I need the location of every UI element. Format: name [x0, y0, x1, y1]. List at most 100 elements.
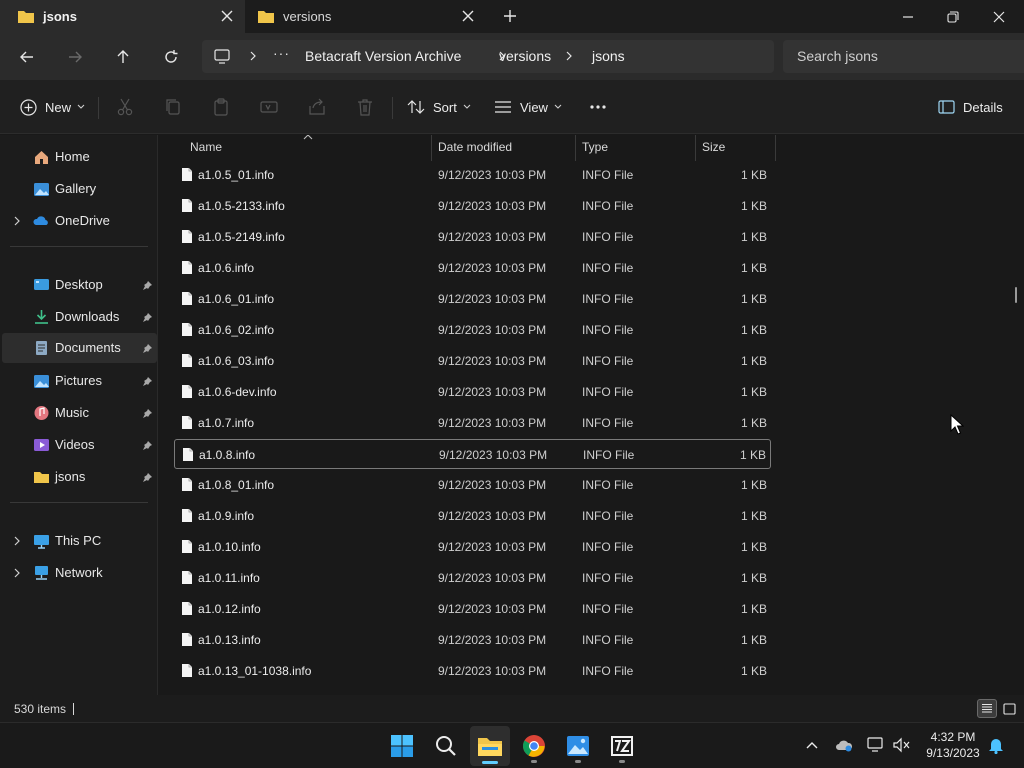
- table-row[interactable]: a1.0.5_01.info 9/12/2023 10:03 PM INFO Fil…: [174, 160, 771, 190]
- column-name[interactable]: Name: [190, 140, 222, 154]
- minimize-button[interactable]: [885, 0, 931, 33]
- table-row[interactable]: a1.0.6-dev.info 9/12/2023 10:03 PM INFO Fi…: [174, 377, 771, 407]
- view-button[interactable]: View: [494, 95, 562, 119]
- close-icon[interactable]: [460, 8, 476, 24]
- mouse-cursor-icon: [950, 414, 964, 435]
- more-crumbs-icon[interactable]: ···: [273, 45, 290, 61]
- sidebar-item-pictures[interactable]: Pictures: [2, 366, 157, 396]
- file-size: 1 KB: [740, 571, 767, 585]
- table-row[interactable]: a1.0.6_02.info 9/12/2023 10:03 PM INFO Fil…: [174, 315, 771, 345]
- chevron-right-icon[interactable]: [12, 536, 22, 546]
- sidebar-item-network[interactable]: Network: [2, 558, 157, 588]
- new-button[interactable]: New: [20, 95, 85, 119]
- onedrive-tray-icon[interactable]: [834, 735, 854, 755]
- arrow-up-icon: [117, 50, 129, 63]
- scrollbar-thumb[interactable]: [1015, 287, 1017, 303]
- sidebar-item-desktop[interactable]: Desktop: [2, 270, 157, 300]
- sidebar-item-downloads[interactable]: Downloads: [2, 302, 157, 332]
- sort-button[interactable]: Sort: [407, 95, 471, 119]
- details-view-button[interactable]: [977, 699, 997, 718]
- table-row[interactable]: a1.0.8_01.info 9/12/2023 10:03 PM INFO Fil…: [174, 470, 771, 500]
- address-bar[interactable]: ··· Betacraft Version Archive versions j…: [202, 40, 774, 73]
- column-divider[interactable]: [431, 135, 432, 161]
- table-row[interactable]: a1.0.13_01-1038.info 9/12/2023 10:03 PM IN…: [174, 656, 771, 686]
- taskbar-chrome[interactable]: [514, 726, 554, 766]
- system-clock[interactable]: 4:32 PM 9/13/2023: [918, 729, 988, 761]
- plus-circle-icon: [20, 98, 37, 116]
- sort-icon: [407, 100, 425, 114]
- breadcrumb-betacraft[interactable]: Betacraft Version Archive: [305, 48, 461, 64]
- sidebar-item-home[interactable]: Home: [2, 142, 157, 172]
- column-divider[interactable]: [775, 135, 776, 161]
- taskbar-7zip[interactable]: [602, 726, 642, 766]
- sidebar-item-onedrive[interactable]: OneDrive: [2, 206, 157, 236]
- copy-icon[interactable]: [163, 97, 183, 117]
- view-icon: [495, 101, 511, 113]
- cloud-icon: [836, 740, 853, 752]
- volume-tray-icon[interactable]: [892, 735, 912, 755]
- taskbar-photos[interactable]: [558, 726, 598, 766]
- show-hidden-icons-button[interactable]: [802, 735, 822, 755]
- sidebar-item-videos[interactable]: Videos: [2, 430, 157, 460]
- chevron-right-icon[interactable]: [12, 216, 22, 226]
- chevron-right-icon[interactable]: [12, 568, 22, 578]
- start-button[interactable]: [382, 726, 422, 766]
- column-divider[interactable]: [695, 135, 696, 161]
- table-row[interactable]: a1.0.6.info 9/12/2023 10:03 PM INFO File 1 …: [174, 253, 771, 283]
- refresh-button[interactable]: [159, 45, 183, 69]
- forward-button[interactable]: [63, 45, 87, 69]
- file-date-modified: 9/12/2023 10:03 PM: [438, 230, 547, 244]
- table-row[interactable]: a1.0.9.info 9/12/2023 10:03 PM INFO File 1 …: [174, 501, 771, 531]
- cut-icon[interactable]: [115, 97, 135, 117]
- table-row[interactable]: a1.0.8.info 9/12/2023 10:03 PM INFO File 1 …: [174, 439, 771, 469]
- bell-icon: [989, 739, 1003, 754]
- sidebar-item-this-pc[interactable]: This PC: [2, 526, 157, 556]
- taskbar-file-explorer[interactable]: [470, 726, 510, 766]
- tab-jsons[interactable]: jsons: [0, 0, 245, 33]
- share-icon[interactable]: [307, 97, 327, 117]
- table-row[interactable]: a1.0.10.info 9/12/2023 10:03 PM INFO File 1…: [174, 532, 771, 562]
- table-row[interactable]: a1.0.6_01.info 9/12/2023 10:03 PM INFO Fil…: [174, 284, 771, 314]
- sidebar-item-gallery[interactable]: Gallery: [2, 174, 157, 204]
- close-icon[interactable]: [219, 8, 235, 24]
- column-date-modified[interactable]: Date modified: [438, 140, 512, 154]
- sidebar-item-documents[interactable]: Documents: [2, 333, 157, 363]
- network-tray-icon[interactable]: [866, 735, 886, 755]
- column-type[interactable]: Type: [582, 140, 608, 154]
- breadcrumb-jsons[interactable]: jsons: [592, 48, 625, 64]
- column-divider[interactable]: [575, 135, 576, 161]
- notifications-button[interactable]: [986, 735, 1006, 755]
- table-row[interactable]: a1.0.5-2149.info 9/12/2023 10:03 PM INFO F…: [174, 222, 771, 252]
- file-date-modified: 9/12/2023 10:03 PM: [438, 478, 547, 492]
- table-row[interactable]: a1.0.12.info 9/12/2023 10:03 PM INFO File 1…: [174, 594, 771, 624]
- sidebar-item-music[interactable]: Music: [2, 398, 157, 428]
- column-size[interactable]: Size: [702, 140, 725, 154]
- tiles-view-button[interactable]: [999, 699, 1019, 718]
- table-row[interactable]: a1.0.13.info 9/12/2023 10:03 PM INFO File 1…: [174, 625, 771, 655]
- table-row[interactable]: a1.0.11.info 9/12/2023 10:03 PM INFO File 1…: [174, 563, 771, 593]
- restore-button[interactable]: [930, 0, 976, 33]
- search-box[interactable]: Search jsons: [783, 40, 1024, 73]
- tab-versions[interactable]: versions: [250, 0, 486, 33]
- file-date-modified: 9/12/2023 10:03 PM: [438, 323, 547, 337]
- back-button[interactable]: [15, 45, 39, 69]
- delete-icon[interactable]: [355, 97, 375, 117]
- more-options-button[interactable]: [589, 95, 607, 119]
- details-button[interactable]: Details: [938, 95, 1003, 119]
- search-input[interactable]: Search jsons: [797, 48, 878, 64]
- breadcrumb-versions[interactable]: versions: [499, 48, 551, 64]
- file-type: INFO File: [582, 292, 634, 306]
- rename-icon[interactable]: [259, 97, 279, 117]
- toolbar-divider: [98, 97, 99, 119]
- table-row[interactable]: a1.0.5-2133.info 9/12/2023 10:03 PM INFO F…: [174, 191, 771, 221]
- chevron-down-icon: [463, 104, 471, 109]
- file-date-modified: 9/12/2023 10:03 PM: [438, 292, 547, 306]
- table-row[interactable]: a1.0.7.info 9/12/2023 10:03 PM INFO File 1 …: [174, 408, 771, 438]
- paste-icon[interactable]: [211, 97, 231, 117]
- up-button[interactable]: [111, 45, 135, 69]
- sidebar-item-jsons[interactable]: jsons: [2, 462, 157, 492]
- search-button[interactable]: [426, 726, 466, 766]
- close-window-button[interactable]: [976, 0, 1022, 33]
- table-row[interactable]: a1.0.6_03.info 9/12/2023 10:03 PM INFO Fil…: [174, 346, 771, 376]
- new-tab-icon[interactable]: [502, 8, 518, 24]
